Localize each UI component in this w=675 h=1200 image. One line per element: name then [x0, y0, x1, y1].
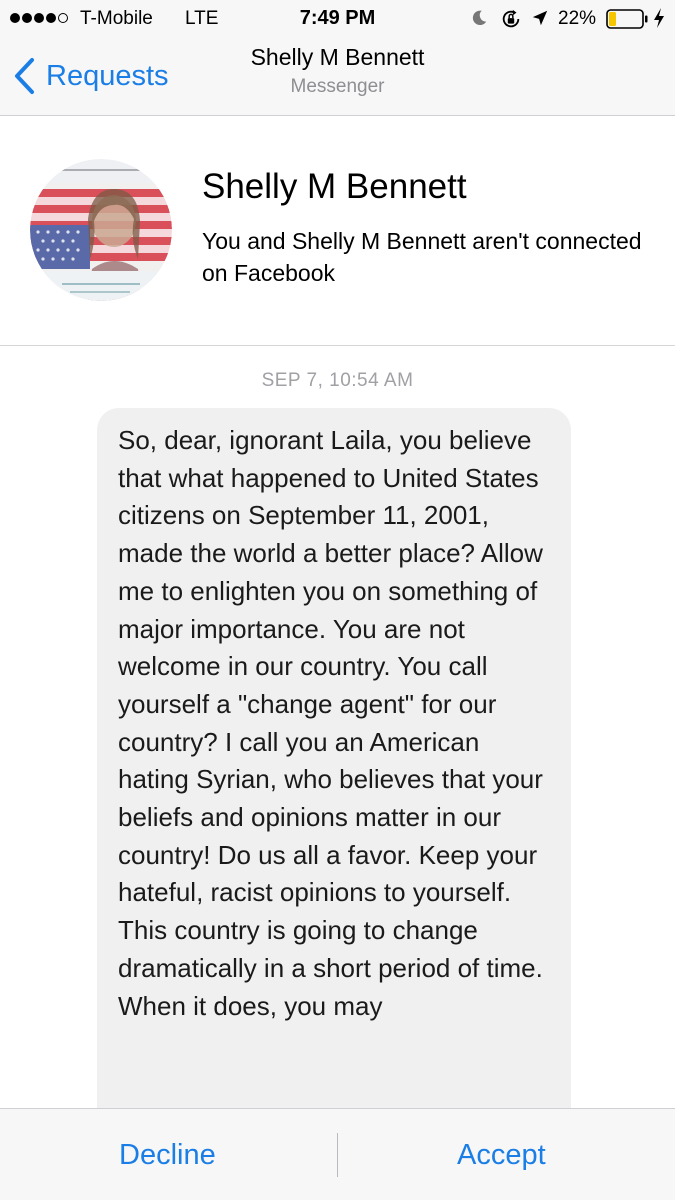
- profile-header: Shelly M Bennett You and Shelly M Bennet…: [0, 117, 675, 346]
- status-bar: T-Mobile LTE 7:49 PM 22%: [0, 0, 675, 38]
- message-text: So, dear, ignorant Laila, you believe th…: [118, 425, 543, 1021]
- connection-info: You and Shelly M Bennett aren't connecte…: [202, 228, 642, 286]
- rotation-lock-icon: [502, 9, 520, 28]
- battery-icon: [606, 9, 648, 29]
- charging-bolt-icon: [654, 8, 664, 28]
- nav-title: Shelly M Bennett: [250, 44, 425, 70]
- navigation-bar: Requests Shelly M Bennett Messenger: [0, 38, 675, 116]
- location-arrow-icon: [532, 10, 548, 26]
- request-action-bar: Decline Accept: [0, 1108, 675, 1200]
- battery-percent: 22%: [558, 8, 597, 29]
- message-bubble[interactable]: So, dear, ignorant Laila, you believe th…: [97, 408, 571, 1168]
- decline-button[interactable]: Decline: [0, 1109, 337, 1200]
- decline-label: Decline: [119, 1138, 216, 1171]
- nav-subtitle: Messenger: [290, 76, 385, 97]
- message-timestamp: SEP 7, 10:54 AM: [261, 370, 414, 391]
- moon-icon: [472, 10, 487, 26]
- accept-label: Accept: [457, 1138, 546, 1171]
- profile-avatar[interactable]: [30, 159, 172, 301]
- profile-name: Shelly M Bennett: [202, 167, 467, 206]
- battery-fill: [609, 12, 616, 26]
- accept-button[interactable]: Accept: [338, 1109, 675, 1200]
